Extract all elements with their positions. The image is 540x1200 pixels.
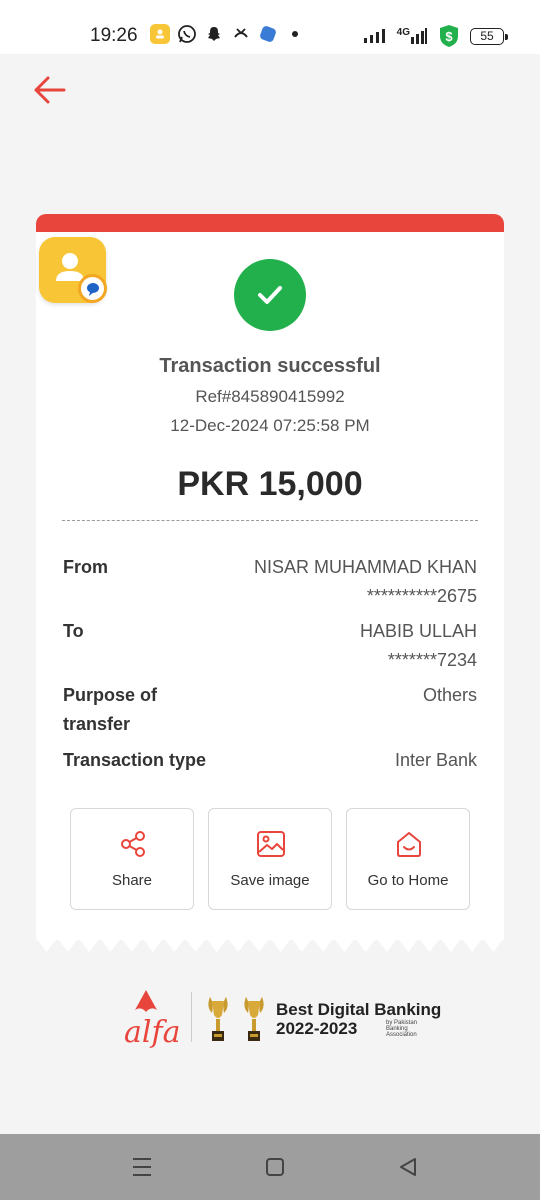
network-type: 4G [397,27,428,45]
transaction-datetime: 12-Dec-2024 07:25:58 PM [170,416,370,435]
contacts-icon [150,24,170,44]
home-icon [397,832,421,857]
whatsapp-icon [177,24,197,44]
back-nav-button[interactable] [393,1154,423,1180]
trophy-icon [208,997,264,1041]
battery-indicator: 55 [470,27,508,45]
recent-apps-button[interactable] [127,1154,157,1180]
back-button[interactable] [30,70,70,110]
from-name: NISAR MUHAMMAD KHAN [253,557,477,577]
snapchat-icon [204,24,224,44]
share-icon [121,831,145,857]
transaction-ref: Ref#845890415992 [195,387,345,406]
receipt-zigzag-edge [36,932,504,952]
svg-text:$: $ [445,29,453,44]
go-to-home-button[interactable]: Go to Home [346,808,470,910]
arrow-left-icon [34,76,66,104]
brand-name: alfa [124,1015,181,1050]
purpose-value: Others [422,685,477,705]
dot-icon [285,24,305,44]
award-by-line2: Banking Association [386,1026,417,1038]
purpose-label-line1: Purpose of [63,685,158,705]
from-label: From [63,557,108,577]
to-label: To [63,621,84,641]
notification-icons [150,24,305,44]
image-icon [257,831,285,857]
purpose-label-line2: transfer [63,714,131,734]
award-years: 2022-2023 [276,1019,358,1038]
to-name: HABIB ULLAH [359,621,477,641]
footer-divider [191,992,192,1042]
status-bar: 19:26 4G $ 55 [0,0,540,54]
share-button[interactable]: Share [70,808,194,910]
success-check-icon [234,259,306,331]
to-account: *******7234 [387,650,477,670]
signal-2-icon [411,28,427,44]
transaction-amount: PKR 15,000 [177,465,363,503]
save-image-label: Save image [230,872,310,889]
receipt-top-bar [36,214,504,234]
divider [62,520,478,521]
chat-bubble-icon [78,274,107,303]
transaction-status: Transaction successful [159,355,381,377]
go-to-home-label: Go to Home [367,872,449,889]
shield-dollar-icon: $ [440,25,458,47]
phone-forward-icon [231,24,251,44]
award-by: by Pakistan Banking Association [386,1020,436,1038]
system-icons: 4G $ 55 [363,24,508,48]
from-account: **********2675 [366,586,477,606]
triangle-back-icon [400,1158,416,1176]
type-value: Inter Bank [394,750,477,770]
status-time: 19:26 [90,25,138,46]
type-label: Transaction type [63,750,207,770]
home-nav-button[interactable] [260,1154,290,1180]
square-icon [266,1158,284,1176]
system-nav-bar [0,1134,540,1200]
signal-icon [363,29,385,43]
award-title: Best Digital Banking [276,1000,442,1019]
save-image-button[interactable]: Save image [208,808,332,910]
menu-icon [133,1158,151,1176]
share-label: Share [111,872,153,889]
app-icon [258,24,278,44]
